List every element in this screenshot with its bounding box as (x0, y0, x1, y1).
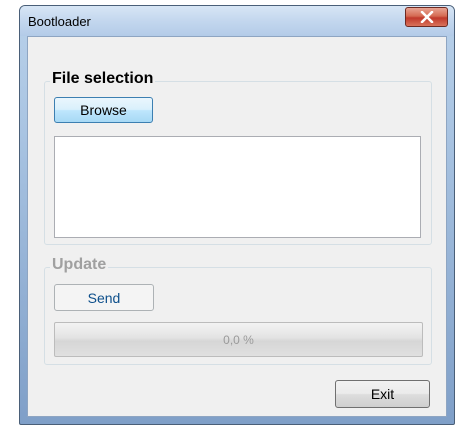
exit-button[interactable]: Exit (335, 380, 430, 408)
title-bar[interactable]: Bootloader (20, 6, 454, 36)
file-selection-group: File selection Browse (44, 70, 432, 245)
progress-text: 0,0 % (223, 332, 254, 347)
client-area: File selection Browse Update Send 0,0 % … (27, 36, 447, 417)
update-progress-bar: 0,0 % (54, 322, 423, 357)
file-list[interactable] (54, 136, 421, 238)
send-button[interactable]: Send (54, 284, 154, 311)
update-group: Update Send 0,0 % (44, 256, 432, 365)
bootloader-window: Bootloader File selection Browse Update … (19, 5, 455, 425)
update-legend: Update (50, 256, 109, 274)
close-icon (420, 11, 433, 23)
close-button[interactable] (405, 7, 448, 27)
file-selection-legend: File selection (50, 70, 156, 88)
browse-button[interactable]: Browse (54, 97, 153, 123)
window-title: Bootloader (28, 14, 91, 29)
